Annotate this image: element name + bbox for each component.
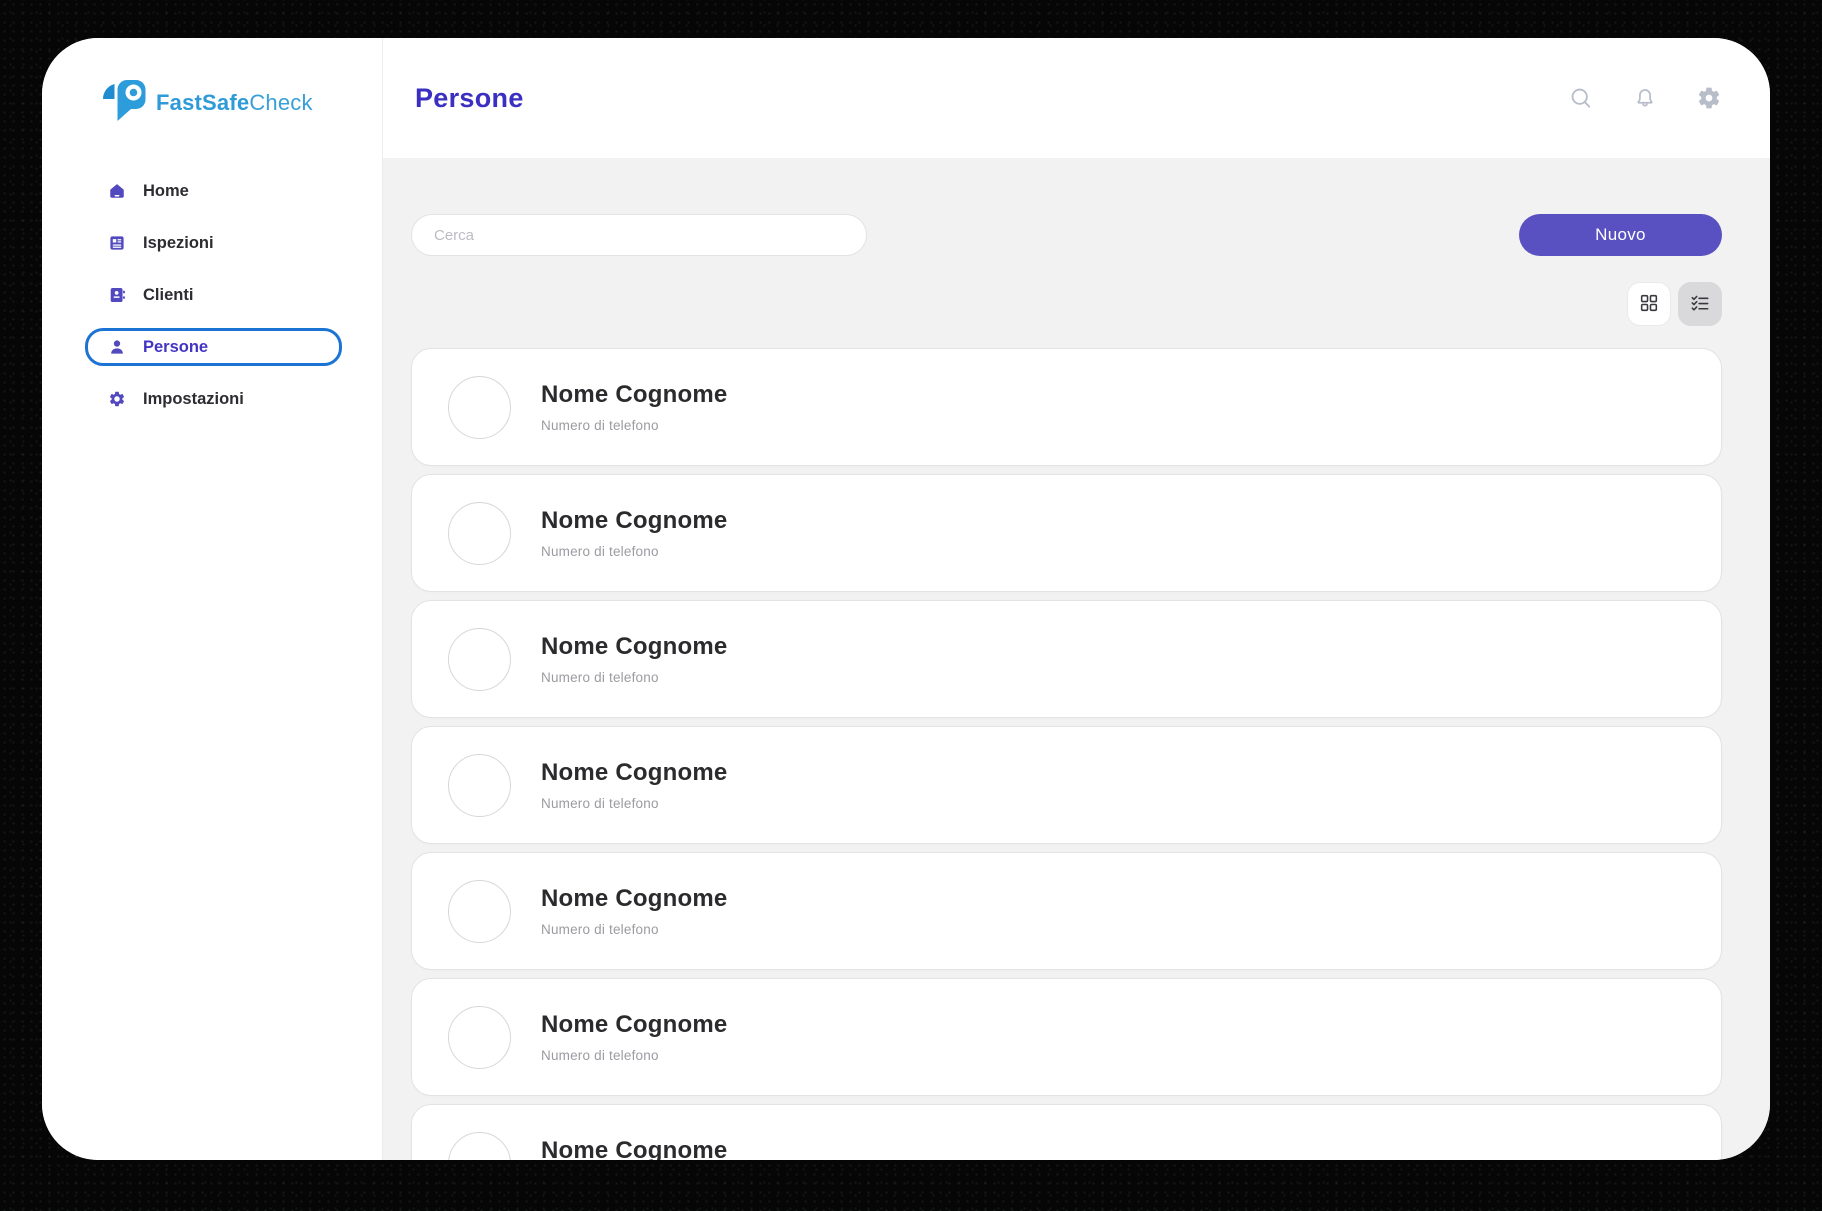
grid-icon xyxy=(1638,292,1660,317)
person-list: Nome Cognome Numero di telefono Nome Cog… xyxy=(411,348,1722,1160)
sidebar-nav: Home Ispezioni xyxy=(42,172,382,418)
person-card-text: Nome Cognome Numero di telefono xyxy=(541,381,727,433)
avatar xyxy=(448,880,511,943)
brand-name: FastSafeCheck xyxy=(156,90,313,116)
nuovo-button[interactable]: Nuovo xyxy=(1519,214,1722,256)
sidebar-item-home[interactable]: Home xyxy=(85,172,342,210)
person-phone-label: Numero di telefono xyxy=(541,670,727,685)
person-card[interactable]: Nome Cognome Numero di telefono xyxy=(411,1104,1722,1160)
person-card[interactable]: Nome Cognome Numero di telefono xyxy=(411,852,1722,970)
person-card[interactable]: Nome Cognome Numero di telefono xyxy=(411,726,1722,844)
sidebar-item-label: Impostazioni xyxy=(143,390,244,409)
app-window: FastSafeCheck Home xyxy=(42,38,1770,1160)
toolbar: Nuovo xyxy=(411,214,1722,256)
sidebar-item-label: Persone xyxy=(143,338,208,357)
person-phone-label: Numero di telefono xyxy=(541,922,727,937)
person-name: Nome Cognome xyxy=(541,507,727,535)
page-title: Persone xyxy=(415,83,524,114)
person-card[interactable]: Nome Cognome Numero di telefono xyxy=(411,600,1722,718)
avatar xyxy=(448,502,511,565)
brand-word-safe: Safe xyxy=(202,90,249,115)
person-name: Nome Cognome xyxy=(541,381,727,409)
person-card-text: Nome Cognome Numero di telefono xyxy=(541,885,727,937)
sidebar-item-label: Home xyxy=(143,182,189,201)
person-phone-label: Numero di telefono xyxy=(541,544,727,559)
view-toggle xyxy=(411,282,1722,326)
inspections-icon xyxy=(108,234,126,252)
avatar xyxy=(448,1006,511,1069)
gear-icon[interactable] xyxy=(1695,85,1722,112)
sidebar-item-clienti[interactable]: Clienti xyxy=(85,276,342,314)
avatar xyxy=(448,376,511,439)
home-icon xyxy=(108,182,126,200)
sidebar: FastSafeCheck Home xyxy=(42,38,383,1160)
person-card-text: Nome Cognome Numero di telefono xyxy=(541,1011,727,1063)
sidebar-item-label: Ispezioni xyxy=(143,234,214,253)
avatar xyxy=(448,1132,511,1161)
person-card[interactable]: Nome Cognome Numero di telefono xyxy=(411,474,1722,592)
bell-icon[interactable] xyxy=(1631,85,1658,112)
topbar: Persone xyxy=(383,38,1770,158)
sidebar-item-label: Clienti xyxy=(143,286,193,305)
clients-icon xyxy=(108,286,126,304)
sidebar-item-ispezioni[interactable]: Ispezioni xyxy=(85,224,342,262)
person-card[interactable]: Nome Cognome Numero di telefono xyxy=(411,348,1722,466)
person-phone-label: Numero di telefono xyxy=(541,418,727,433)
person-name: Nome Cognome xyxy=(541,633,727,661)
list-view-button[interactable] xyxy=(1678,282,1722,326)
sidebar-item-impostazioni[interactable]: Impostazioni xyxy=(85,380,342,418)
person-card[interactable]: Nome Cognome Numero di telefono xyxy=(411,978,1722,1096)
checklist-icon xyxy=(1689,292,1711,317)
brand-word-check: Check xyxy=(249,90,312,115)
person-name: Nome Cognome xyxy=(541,1137,727,1160)
avatar xyxy=(448,754,511,817)
topbar-icons xyxy=(1567,85,1722,112)
search-icon[interactable] xyxy=(1567,85,1594,112)
sidebar-item-persone[interactable]: Persone xyxy=(85,328,342,366)
brand-word-fast: Fast xyxy=(156,90,202,115)
person-phone-label: Numero di telefono xyxy=(541,1048,727,1063)
person-name: Nome Cognome xyxy=(541,885,727,913)
content-area: Nuovo xyxy=(383,158,1770,1160)
person-card-text: Nome Cognome Numero di telefono xyxy=(541,507,727,559)
person-card-text: Nome Cognome Numero di telefono xyxy=(541,1137,727,1160)
search-input[interactable] xyxy=(411,214,867,256)
settings-icon xyxy=(108,390,126,408)
person-icon xyxy=(108,338,126,356)
brand-logo: FastSafeCheck xyxy=(102,82,382,124)
person-card-text: Nome Cognome Numero di telefono xyxy=(541,633,727,685)
person-phone-label: Numero di telefono xyxy=(541,796,727,811)
avatar xyxy=(448,628,511,691)
main-area: Persone xyxy=(383,38,1770,1160)
brand-logo-icon xyxy=(102,80,147,127)
grid-view-button[interactable] xyxy=(1627,282,1671,326)
person-card-text: Nome Cognome Numero di telefono xyxy=(541,759,727,811)
person-name: Nome Cognome xyxy=(541,1011,727,1039)
person-name: Nome Cognome xyxy=(541,759,727,787)
